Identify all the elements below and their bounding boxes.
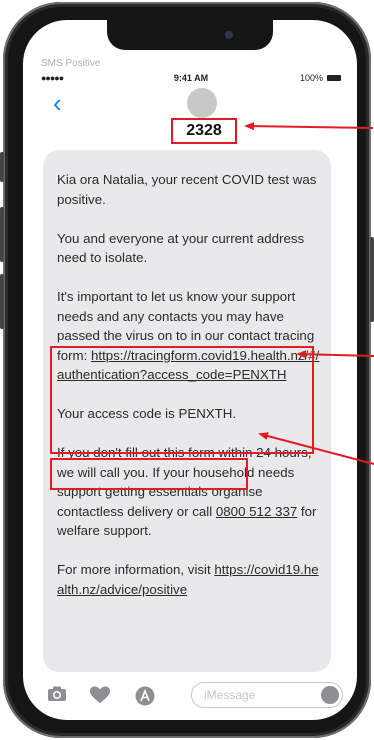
arrow-access-code [258, 432, 374, 465]
annotation-arrows [244, 122, 374, 465]
arrow-sender [244, 122, 374, 131]
arrow-link [296, 350, 374, 359]
